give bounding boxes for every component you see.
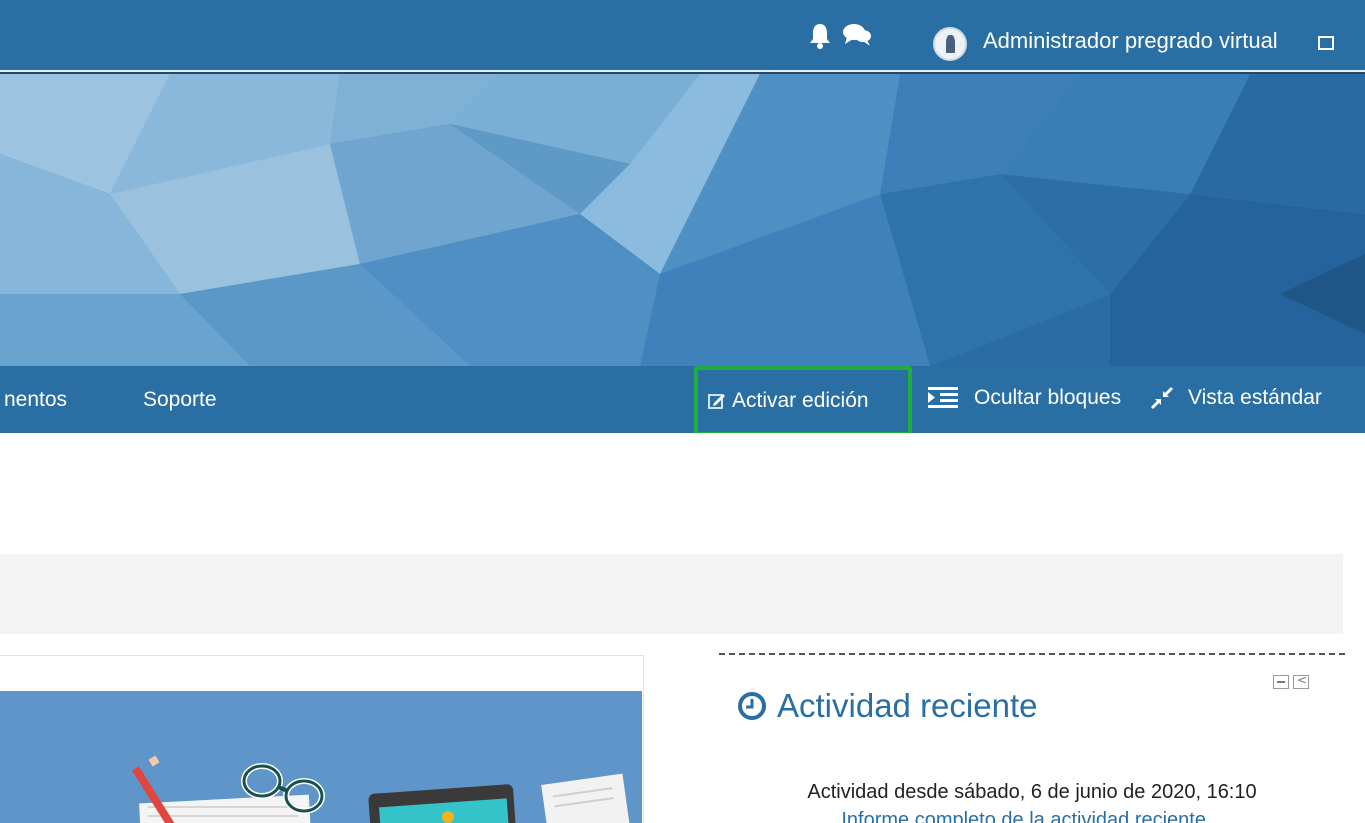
activity-since-text: Actividad desde sábado, 6 de junio de 20… — [807, 781, 1257, 803]
block-controls — [1273, 673, 1309, 689]
nav-item-soporte[interactable]: Soporte — [143, 388, 217, 412]
header-banner — [0, 74, 1365, 366]
edit-icon — [708, 394, 725, 409]
chat-icon[interactable] — [842, 22, 872, 48]
minimize-icon[interactable] — [1273, 675, 1289, 689]
course-card[interactable] — [0, 655, 644, 823]
activate-editing-label: Activar edición — [732, 389, 869, 412]
course-image — [0, 691, 642, 823]
main-navbar: nentos Soporte Activar edición Ocultar b… — [0, 366, 1365, 436]
full-report-link[interactable]: Informe completo de la actividad recient… — [719, 809, 1345, 823]
page-content: Actividad reciente Actividad desde sábad… — [0, 433, 1365, 823]
user-name[interactable]: Administrador pregrado virtual — [983, 28, 1278, 54]
hide-blocks-label: Ocultar bloques — [974, 386, 1122, 409]
bell-icon[interactable] — [808, 22, 832, 50]
avatar[interactable] — [933, 27, 967, 61]
compress-icon — [1150, 386, 1174, 410]
page-header-strip — [0, 554, 1343, 634]
nav-item-documentos[interactable]: nentos — [4, 388, 67, 412]
block-title-text: Actividad reciente — [777, 687, 1038, 724]
dock-icon[interactable] — [1293, 673, 1309, 689]
recent-activity-block: Actividad reciente Actividad desde sábad… — [719, 653, 1345, 823]
top-navbar: Administrador pregrado virtual — [0, 0, 1365, 72]
block-title: Actividad reciente — [737, 687, 1037, 725]
standard-view-label: Vista estándar — [1188, 386, 1322, 409]
hide-blocks-button[interactable]: Ocultar bloques — [928, 386, 1121, 410]
indent-icon — [928, 387, 958, 408]
activate-editing-button[interactable]: Activar edición — [694, 366, 912, 436]
clock-icon — [738, 692, 766, 720]
standard-view-button[interactable]: Vista estándar — [1150, 386, 1322, 410]
menu-toggle-icon[interactable] — [1318, 36, 1334, 50]
